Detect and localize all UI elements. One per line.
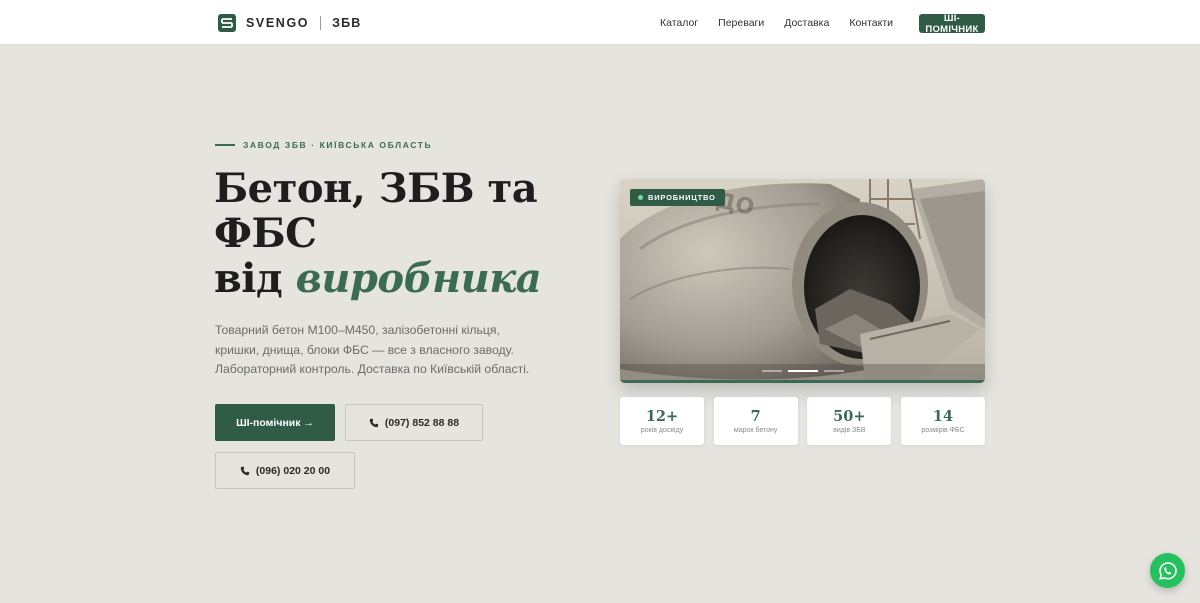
headline-accent: виробника xyxy=(295,255,542,302)
phone-button-1[interactable]: (097) 852 88 88 xyxy=(345,404,483,441)
stat-label: марок бетону xyxy=(733,427,778,434)
production-badge-label: ВИРОБНИЦТВО xyxy=(648,193,716,202)
logo[interactable]: SVENGO ЗБВ xyxy=(217,12,362,34)
ai-assistant-cta-button[interactable]: ШІ-помічник → xyxy=(215,404,335,441)
stat-value: 50+ xyxy=(833,408,866,425)
slider-dot-2[interactable] xyxy=(788,370,818,372)
stat-label: років досвіду xyxy=(640,427,684,434)
nav-link-delivery[interactable]: Доставка xyxy=(784,17,829,29)
hero-eyebrow: ЗАВОД ЗБВ · КИЇВСЬКА ОБЛАСТЬ xyxy=(215,140,432,150)
logo-name: SVENGO xyxy=(246,16,310,30)
whatsapp-icon xyxy=(1158,561,1177,580)
production-photo-slider[interactable]: ДО ВИРОБНИЦТВО xyxy=(620,179,985,383)
nav-link-advantages[interactable]: Переваги xyxy=(718,17,764,29)
slider-dots xyxy=(762,370,844,372)
slider-dot-3[interactable] xyxy=(824,370,844,372)
headline-line-2: ФБС xyxy=(214,210,317,257)
stat-label: розмірів ФБС xyxy=(921,427,965,434)
phone-number-2: (096) 020 20 00 xyxy=(255,464,331,477)
nav-link-contacts[interactable]: Контакти xyxy=(849,17,893,29)
hero-lead: Товарний бетон М100–М450, залізобетонні … xyxy=(215,323,530,376)
eyebrow-text: ЗАВОД ЗБВ · КИЇВСЬКА ОБЛАСТЬ xyxy=(243,140,433,150)
stat-card-zbv-types: 50+ видів ЗБВ xyxy=(807,397,892,445)
logo-divider xyxy=(320,16,322,30)
production-badge: ВИРОБНИЦТВО xyxy=(630,189,725,206)
headline-line-3: від xyxy=(214,255,296,302)
phone-icon xyxy=(369,418,379,427)
stat-value: 14 xyxy=(932,408,954,425)
concrete-mixer-photo: ДО xyxy=(620,179,985,383)
logo-subtitle: ЗБВ xyxy=(332,16,362,30)
stat-card-concrete-grades: 7 марок бетону xyxy=(713,397,798,445)
eyebrow-line xyxy=(215,144,235,146)
stat-value: 7 xyxy=(750,408,761,425)
hero-headline: Бетон, ЗБВ та ФБС від виробника xyxy=(214,166,594,301)
svengo-logo-icon xyxy=(218,14,236,32)
phone-button-2[interactable]: (096) 020 20 00 xyxy=(215,452,355,489)
stat-value: 12+ xyxy=(645,408,679,425)
headline-line-1: Бетон, ЗБВ та xyxy=(214,165,538,212)
nav-link-catalog[interactable]: Каталог xyxy=(660,17,698,29)
stats-row: 12+ років досвіду 7 марок бетону 50+ вид… xyxy=(620,397,985,445)
slider-dot-1[interactable] xyxy=(762,370,782,372)
whatsapp-chat-button[interactable] xyxy=(1150,553,1185,588)
phone-icon xyxy=(240,466,250,475)
phone-number-1: (097) 852 88 88 xyxy=(384,416,460,429)
main-nav: Каталог Переваги Доставка Контакти xyxy=(660,0,893,45)
stat-card-experience: 12+ років досвіду xyxy=(620,397,704,445)
photo-accent-bar xyxy=(620,380,985,383)
live-dot-icon xyxy=(638,195,643,200)
stat-card-fbs-sizes: 14 розмірів ФБС xyxy=(900,397,985,445)
site-header: SVENGO ЗБВ Каталог Переваги Доставка Кон… xyxy=(0,0,1200,45)
ai-assistant-header-button[interactable]: ШІ-ПОМІЧНИК xyxy=(919,13,985,35)
stat-label: видів ЗБВ xyxy=(833,427,866,434)
